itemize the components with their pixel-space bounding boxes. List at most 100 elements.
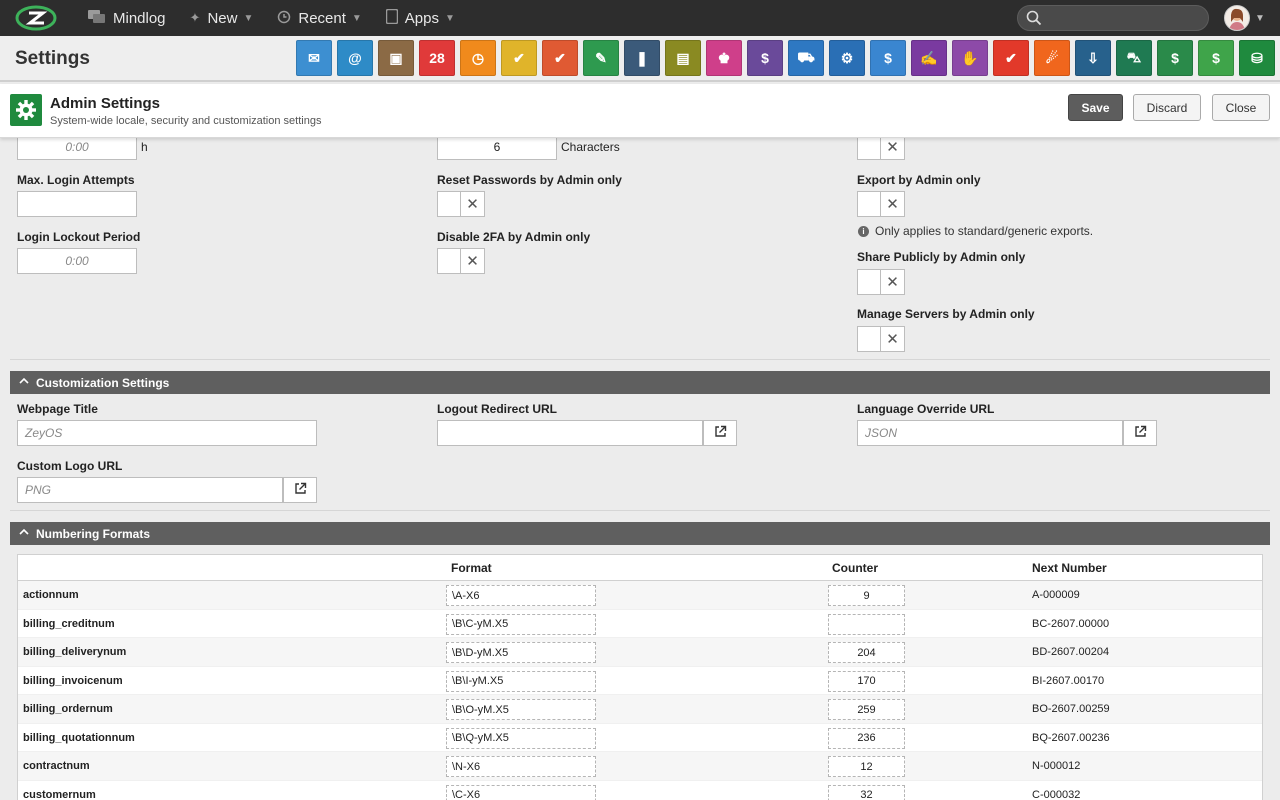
app-icon-glyph: ✔: [554, 49, 566, 66]
chevron-down-icon: ▼: [445, 12, 455, 24]
reset-passwords-toggle[interactable]: ✕: [437, 191, 485, 217]
contracts-icon[interactable]: ✍: [911, 40, 947, 76]
format-input[interactable]: \B\I-yM.X5: [446, 670, 596, 692]
app-icon-glyph: ♚: [717, 49, 731, 66]
format-input[interactable]: \B\O-yM.X5: [446, 699, 596, 720]
webpage-title-input[interactable]: ZeyOS: [17, 420, 317, 446]
admin-settings-title: Admin Settings: [50, 95, 161, 112]
max-login-input[interactable]: [17, 191, 137, 217]
deals-icon[interactable]: ✋: [952, 40, 988, 76]
reset-passwords-label: Reset Passwords by Admin only: [437, 173, 622, 187]
format-input[interactable]: \N-X6: [446, 756, 596, 777]
manage-servers-toggle[interactable]: ✕: [857, 326, 905, 352]
nav-apps[interactable]: Apps ▼: [374, 0, 467, 36]
share-publicly-label: Share Publicly by Admin only: [857, 250, 1026, 264]
export-note-text: Only applies to standard/generic exports…: [875, 224, 1094, 238]
tasks-icon[interactable]: ✔: [501, 40, 537, 76]
next-number: BO-2607.00259: [1032, 703, 1110, 715]
counter-input[interactable]: 32: [828, 784, 905, 800]
customization-section-title: Customization Settings: [36, 375, 170, 390]
money-icon[interactable]: $: [870, 40, 906, 76]
nav-mindlog[interactable]: Mindlog: [76, 0, 178, 36]
app-icon-glyph: ✍: [920, 49, 938, 66]
finance-icon[interactable]: $: [747, 40, 783, 76]
open-link-button[interactable]: [1123, 420, 1157, 446]
discard-button[interactable]: Discard: [1133, 94, 1201, 121]
disable-2fa-label: Disable 2FA by Admin only: [437, 230, 591, 244]
open-link-button[interactable]: [283, 477, 317, 503]
tablet-icon: [385, 8, 399, 27]
nav-recent[interactable]: Recent ▼: [265, 0, 373, 36]
search-input[interactable]: [1017, 5, 1209, 31]
format-name: actionnum: [23, 589, 79, 601]
password-length-input[interactable]: 6: [437, 138, 557, 160]
external-link-icon: [1134, 425, 1147, 441]
notes-icon[interactable]: ✎: [583, 40, 619, 76]
counter-input[interactable]: 236: [828, 727, 905, 749]
app-icon-glyph: ⚙: [840, 49, 854, 66]
user-menu[interactable]: ▼: [1224, 5, 1265, 31]
logout-redirect-input[interactable]: [437, 420, 703, 446]
counter-input[interactable]: 9: [828, 585, 905, 606]
campaigns-icon[interactable]: ♚: [706, 40, 742, 76]
export-toggle[interactable]: ✕: [857, 191, 905, 217]
lockout-input[interactable]: 0:00: [17, 248, 137, 274]
database-icon[interactable]: ⛁: [1239, 40, 1275, 76]
session-timeout-input[interactable]: 0:00: [17, 138, 137, 160]
format-input[interactable]: \B\C-yM.X5: [446, 613, 596, 635]
info-icon: i: [858, 225, 869, 237]
custom-logo-input[interactable]: PNG: [17, 477, 283, 503]
pdf-icon[interactable]: ✔: [993, 40, 1029, 76]
language-override-input[interactable]: JSON: [857, 420, 1123, 446]
language-override-label: Language Override URL: [857, 402, 995, 416]
chevron-down-icon: ▼: [243, 12, 254, 24]
close-button[interactable]: Close: [1212, 94, 1270, 121]
format-input[interactable]: \C-X6: [446, 784, 596, 800]
nav-new[interactable]: ✦ New ▼: [178, 0, 266, 36]
table-header: Format Counter Next Number: [18, 555, 1262, 581]
cash-icon[interactable]: $: [1157, 40, 1193, 76]
calendar-icon[interactable]: 28: [419, 40, 455, 76]
app-icon-glyph: ▣: [389, 49, 403, 66]
support-icon[interactable]: ⚙: [829, 40, 865, 76]
export-label: Export by Admin only: [857, 173, 981, 187]
security-settings-panel: [10, 138, 1270, 360]
format-input[interactable]: \A-X6: [446, 585, 596, 606]
save-button[interactable]: Save: [1068, 94, 1123, 121]
share-publicly-toggle[interactable]: ✕: [857, 269, 905, 295]
numbering-section-header[interactable]: Numbering Formats: [10, 522, 1270, 545]
counter-input[interactable]: 204: [828, 642, 905, 663]
timer-icon[interactable]: ◷: [460, 40, 496, 76]
bookmarks-icon[interactable]: ❚: [624, 40, 660, 76]
counter-input[interactable]: 12: [828, 756, 905, 777]
counter-input[interactable]: 170: [828, 670, 905, 692]
admin-only-toggle[interactable]: ✕: [857, 138, 905, 160]
history-icon: [277, 10, 291, 27]
format-input[interactable]: \B\D-yM.X5: [446, 642, 596, 663]
counter-input[interactable]: [828, 613, 905, 635]
format-input[interactable]: \B\Q-yM.X5: [446, 727, 596, 749]
documents-icon[interactable]: ▤: [665, 40, 701, 76]
customization-section-header[interactable]: Customization Settings: [10, 371, 1270, 394]
price-tag-icon[interactable]: $: [1198, 40, 1234, 76]
contacts-icon[interactable]: ▣: [378, 40, 414, 76]
table-row: billing_creditnum \B\C-yM.X5 BC-2607.00000: [18, 610, 1262, 638]
projects-icon[interactable]: ✔: [542, 40, 578, 76]
counter-input[interactable]: 259: [828, 699, 905, 720]
email-accounts-icon[interactable]: @: [337, 40, 373, 76]
next-number: N-000012: [1032, 760, 1081, 772]
cart-icon[interactable]: ⛍: [1116, 40, 1152, 76]
column-next-number: Next Number: [1032, 561, 1107, 575]
delivery-icon[interactable]: ⛟: [788, 40, 824, 76]
chat-icon: [88, 9, 106, 27]
download-icon[interactable]: ⇩: [1075, 40, 1111, 76]
disable-2fa-toggle[interactable]: ✕: [437, 248, 485, 274]
numbering-section-title: Numbering Formats: [36, 526, 151, 541]
app-icon-glyph: ⛁: [1251, 49, 1263, 66]
messages-icon[interactable]: ✉: [296, 40, 332, 76]
open-link-button[interactable]: [703, 420, 737, 446]
broadcast-icon[interactable]: ☄: [1034, 40, 1070, 76]
admin-settings-subtitle: System-wide locale, security and customi…: [50, 115, 322, 127]
app-icon-glyph: ✔: [1005, 49, 1017, 66]
zeyos-logo-icon[interactable]: [14, 4, 58, 32]
